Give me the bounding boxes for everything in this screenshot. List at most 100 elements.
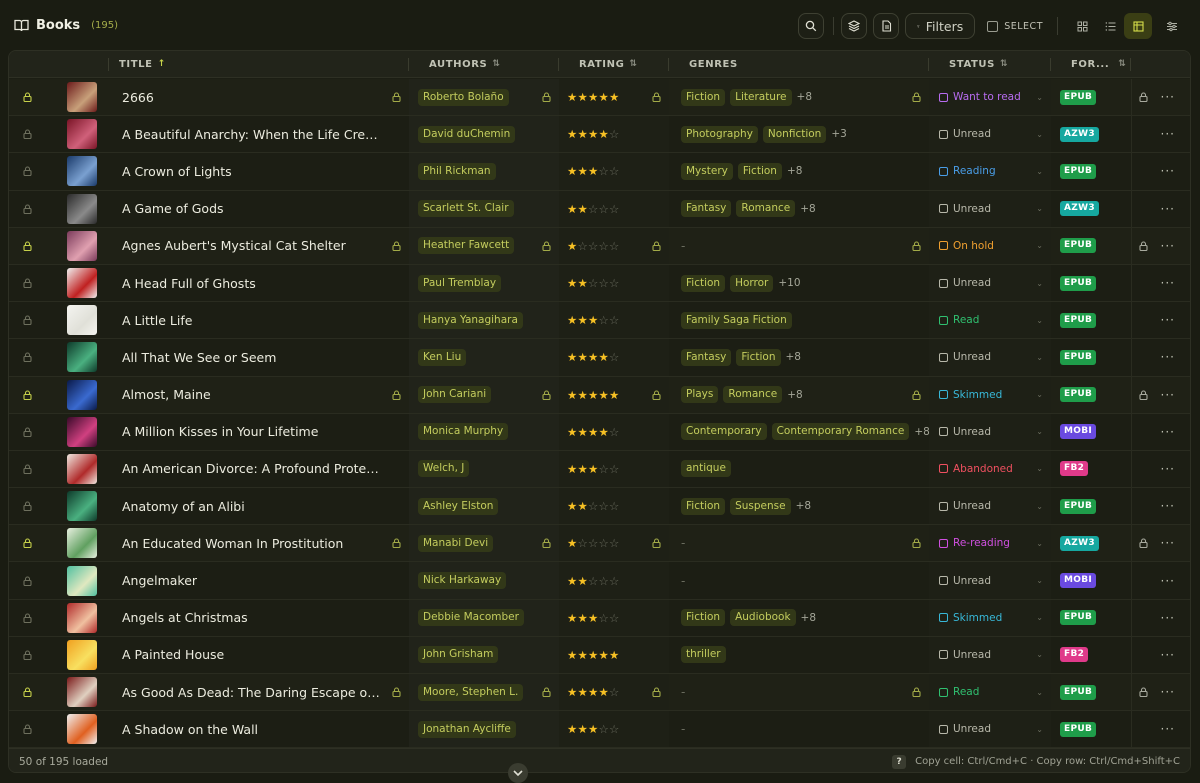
genre-tag[interactable]: Fiction	[736, 348, 781, 366]
table-row[interactable]: As Good As Dead: The Daring Escape of Am…	[9, 674, 1190, 712]
lock-icon[interactable]	[652, 687, 661, 698]
rating-cell[interactable]: ★ ★ ★ ★ ★	[559, 79, 669, 116]
author-tag[interactable]: Scarlett St. Clair	[418, 200, 514, 218]
genres-cell[interactable]: -	[669, 228, 929, 264]
lock-icon[interactable]	[652, 390, 661, 400]
star-icon[interactable]: ☆	[609, 611, 620, 625]
row-lock-icon[interactable]	[9, 129, 45, 140]
star-icon[interactable]: ★	[609, 90, 620, 104]
book-cover[interactable]	[45, 156, 109, 187]
chevron-down-icon[interactable]: ⌄	[1036, 427, 1043, 436]
star-icon[interactable]: ★	[588, 611, 599, 625]
book-cover[interactable]	[45, 677, 109, 708]
format-cell[interactable]: EPUB	[1051, 488, 1131, 524]
lock-icon[interactable]	[542, 538, 551, 549]
star-icon[interactable]: ☆	[609, 276, 620, 290]
book-cover[interactable]	[45, 342, 109, 373]
genre-tag[interactable]: Suspense	[730, 497, 791, 515]
table-view-button[interactable]	[1124, 13, 1152, 39]
author-tag[interactable]: Ashley Elston	[418, 497, 499, 515]
lock-icon[interactable]	[392, 538, 401, 549]
more-options-icon[interactable]: ···	[1161, 90, 1175, 104]
lock-icon[interactable]	[542, 687, 551, 698]
column-header-rating[interactable]: RATING ⇅	[559, 51, 669, 77]
status-cell[interactable]: Want to read ⌄	[929, 79, 1051, 116]
format-cell[interactable]: EPUB	[1051, 153, 1131, 189]
star-icon[interactable]: ★	[588, 164, 599, 178]
chevron-down-icon[interactable]: ⌄	[1036, 130, 1043, 139]
title-cell[interactable]: All That We See or Seem	[109, 339, 409, 375]
author-tag[interactable]: Moore, Stephen L.	[418, 683, 524, 701]
star-icon[interactable]: ☆	[599, 462, 610, 476]
star-icon[interactable]: ★	[567, 164, 578, 178]
table-row[interactable]: Almost, Maine John Cariani ★ ★ ★ ★ ★ Plays Roman…	[9, 376, 1190, 414]
format-cell[interactable]: EPUB	[1051, 600, 1131, 636]
more-options-icon[interactable]: ···	[1161, 574, 1175, 588]
star-icon[interactable]: ★	[588, 350, 599, 364]
table-row[interactable]: An American Divorce: A Profound Protest …	[9, 450, 1190, 489]
row-lock-icon[interactable]	[9, 687, 45, 698]
lock-icon[interactable]	[392, 241, 401, 251]
star-icon[interactable]: ★	[578, 127, 589, 141]
select-checkbox[interactable]	[987, 20, 999, 32]
status-cell[interactable]: Unread ⌄	[929, 711, 1051, 748]
format-cell[interactable]: EPUB	[1051, 228, 1131, 264]
table-row[interactable]: A Painted House John Grisham ★ ★ ★ ★ ★ thriller…	[9, 636, 1190, 674]
star-icon[interactable]: ★	[578, 425, 589, 439]
author-cell[interactable]: Monica Murphy	[409, 413, 559, 450]
genre-tag[interactable]: Photography	[681, 125, 758, 143]
star-icon[interactable]: ★	[578, 722, 589, 736]
star-icon[interactable]: ☆	[588, 536, 599, 550]
table-row[interactable]: Agnes Aubert's Mystical Cat Shelter Heath…	[9, 227, 1190, 265]
lock-icon[interactable]	[392, 687, 401, 698]
chevron-down-icon[interactable]: ⌄	[1036, 353, 1043, 362]
format-cell[interactable]: EPUB	[1051, 265, 1131, 301]
status-cell[interactable]: Reading ⌄	[929, 153, 1051, 190]
lock-icon[interactable]	[1138, 92, 1148, 103]
more-options-icon[interactable]: ···	[1161, 722, 1175, 736]
star-icon[interactable]: ☆	[599, 574, 610, 588]
author-tag[interactable]: Hanya Yanagihara	[418, 311, 523, 329]
row-lock-icon[interactable]	[9, 352, 45, 363]
lock-icon[interactable]	[912, 687, 921, 698]
table-row[interactable]: A Shadow on the Wall Jonathan Aycliffe ★ ★ ★…	[9, 711, 1190, 749]
table-row[interactable]: A Beautiful Anarchy: When the Life Creat…	[9, 116, 1190, 154]
title-cell[interactable]: 2666	[109, 79, 409, 115]
row-lock-icon[interactable]	[9, 241, 45, 251]
star-icon[interactable]: ★	[588, 90, 599, 104]
table-row[interactable]: An Educated Woman In Prostitution Manabi …	[9, 525, 1190, 563]
author-tag[interactable]: John Grisham	[418, 646, 499, 664]
rating-cell[interactable]: ★ ★ ☆ ☆ ☆	[559, 264, 669, 302]
rating-cell[interactable]: ★ ★ ★ ★ ☆	[559, 116, 669, 153]
author-tag[interactable]: Heather Fawcett	[418, 237, 515, 255]
column-header-format[interactable]: FOR... ⇅	[1051, 51, 1131, 77]
search-button[interactable]	[798, 13, 825, 39]
more-options-icon[interactable]: ···	[1161, 164, 1175, 178]
format-cell[interactable]: EPUB	[1051, 674, 1131, 710]
star-icon[interactable]: ★	[578, 90, 589, 104]
chevron-down-icon[interactable]: ⌄	[1036, 316, 1043, 325]
star-icon[interactable]: ☆	[588, 239, 599, 253]
star-icon[interactable]: ★	[599, 648, 610, 662]
title-cell[interactable]: Agnes Aubert's Mystical Cat Shelter	[109, 228, 409, 264]
genres-cell[interactable]: Fiction Literature +8	[669, 79, 929, 115]
genres-cell[interactable]: -	[669, 525, 929, 561]
rating-cell[interactable]: ★ ★ ☆ ☆ ☆	[559, 488, 669, 525]
more-options-icon[interactable]: ···	[1161, 425, 1175, 439]
title-cell[interactable]: Angelmaker	[109, 562, 409, 598]
format-cell[interactable]: AZW3	[1051, 525, 1131, 561]
rating-cell[interactable]: ★ ★ ★ ★ ☆	[559, 413, 669, 450]
genres-cell[interactable]: Contemporary Contemporary Romance +8	[669, 414, 930, 450]
star-icon[interactable]: ★	[599, 425, 610, 439]
column-header-authors[interactable]: AUTHORS ⇅	[409, 51, 559, 77]
format-cell[interactable]: FB2	[1051, 451, 1131, 487]
star-icon[interactable]: ★	[567, 350, 578, 364]
row-lock-icon[interactable]	[9, 427, 45, 437]
star-icon[interactable]: ★	[588, 685, 599, 699]
rating-cell[interactable]: ★ ★ ★ ★ ☆	[559, 674, 669, 711]
author-cell[interactable]: John Grisham	[409, 636, 559, 673]
title-cell[interactable]: A Shadow on the Wall	[109, 711, 409, 747]
star-icon[interactable]: ☆	[588, 202, 599, 216]
genre-tag[interactable]: Mystery	[681, 162, 733, 180]
chevron-down-icon[interactable]: ⌄	[1036, 613, 1043, 622]
